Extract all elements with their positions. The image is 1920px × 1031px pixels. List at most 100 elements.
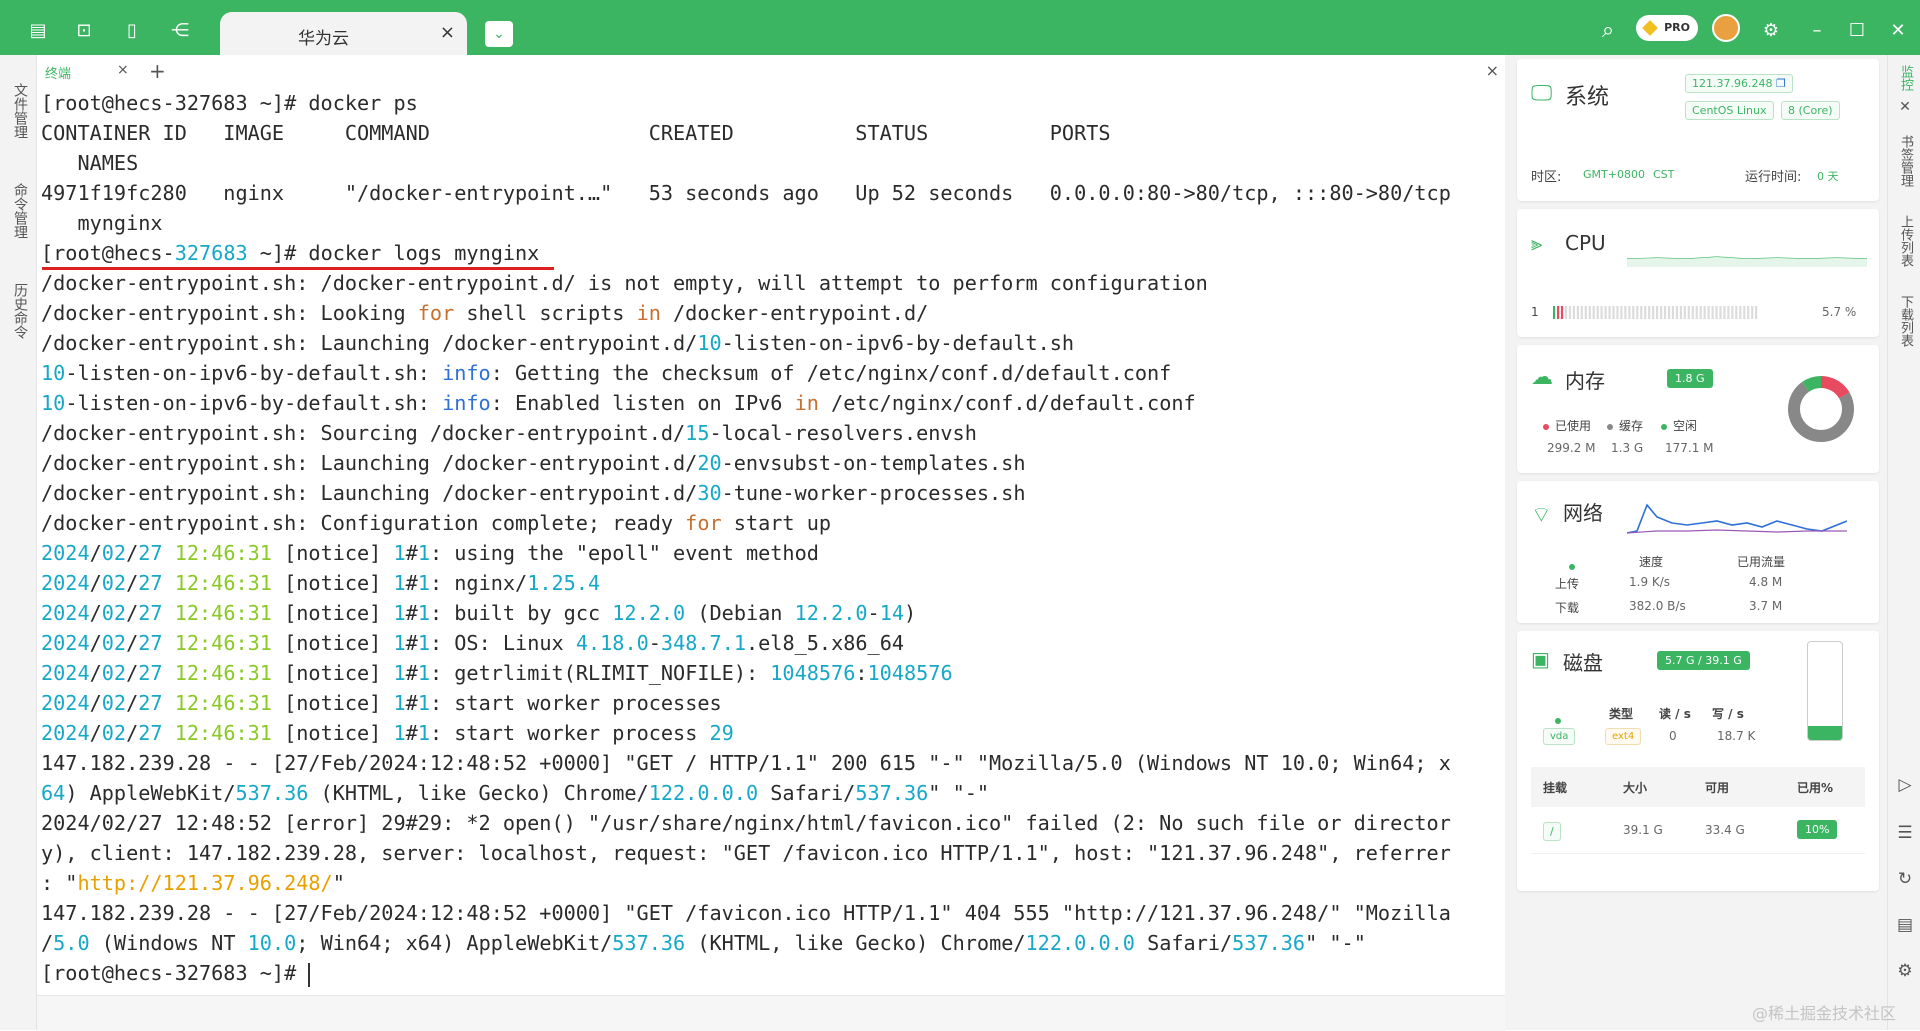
close-icon[interactable]: ×: [440, 22, 455, 43]
title-bar: ▤ ⊡ ▯ ⋲ 华为云 × ⌄ ⌕ PRO ⚙ – ☐ ✕: [0, 0, 1920, 55]
file-manager-icon[interactable]: ▤: [27, 20, 49, 42]
sidebar-item-file-manager[interactable]: 文件管理: [6, 83, 30, 139]
sidebar-item-download-list[interactable]: 下载列表: [1895, 295, 1915, 347]
close-icon[interactable]: ×: [117, 62, 129, 78]
disk-read-value: 0: [1669, 729, 1677, 743]
upload-label: 上传: [1555, 577, 1580, 591]
terminal-line: 2024/02/27 12:46:31 [notice] 1#1: built …: [41, 601, 917, 625]
cpu-bar-segment: [1703, 306, 1706, 319]
cpu-bar-segment: [1564, 306, 1568, 319]
terminal-line: 2024/02/27 12:46:31 [notice] 1#1: nginx/…: [41, 571, 601, 595]
cpu-bar-segment: [1584, 306, 1587, 319]
avatar[interactable]: [1712, 14, 1740, 42]
terminal-line: /docker-entrypoint.sh: Launching /docker…: [41, 451, 1026, 475]
terminal-line: 2024/02/27 12:48:52 [error] 29#29: *2 op…: [41, 811, 1451, 835]
disk-card: ▣ 磁盘 5.7 G / 39.1 G 类型 读 / s 写 / s vda e…: [1517, 631, 1879, 891]
refresh-icon[interactable]: ↻: [1895, 869, 1915, 889]
disk-usage-badge: 5.7 G / 39.1 G: [1657, 651, 1750, 670]
terminal-line: 2024/02/27 12:46:31 [notice] 1#1: start …: [41, 721, 734, 745]
network-card: ⌔ 网络 速度 已用流量 上传 1.9 K/s 4.8 M 下载 382.0 B…: [1517, 481, 1879, 623]
pro-badge[interactable]: PRO: [1636, 15, 1698, 41]
mount-header: 挂载: [1543, 781, 1568, 795]
diamond-icon: [1642, 20, 1658, 36]
cpu-bar-segment: [1667, 306, 1671, 319]
search-icon[interactable]: ⌕: [1597, 20, 1619, 42]
memory-total-badge: 1.8 G: [1667, 369, 1713, 388]
tab-huaweicloud[interactable]: 华为云 ×: [220, 12, 467, 55]
close-icon[interactable]: ×: [1486, 61, 1499, 80]
gear-icon[interactable]: ⚙: [1895, 961, 1915, 981]
terminal-line: [root@hecs-327683 ~]# docker ps: [41, 91, 418, 115]
terminal-output[interactable]: [root@hecs-327683 ~]# docker ps CONTAINE…: [41, 88, 1505, 998]
download-speed: 382.0 B/s: [1629, 599, 1686, 613]
copy-icon[interactable]: ❐: [1776, 77, 1786, 90]
ip-tag[interactable]: 121.37.96.248 ❐: [1685, 74, 1793, 93]
save-icon[interactable]: ▤: [1895, 915, 1915, 935]
cpu-bar-segment: [1648, 306, 1651, 319]
terminal-icon[interactable]: ⊡: [73, 20, 95, 42]
cpu-bar-segment: [1747, 306, 1750, 319]
upload-total: 4.8 M: [1749, 575, 1783, 589]
maximize-icon[interactable]: ☐: [1846, 20, 1868, 42]
cpu-bar-segment: [1612, 306, 1615, 319]
memory-cache-value: 1.3 G: [1611, 441, 1644, 455]
terminal-line: 10-listen-on-ipv6-by-default.sh: info: G…: [41, 361, 1172, 385]
cpu-bar-segment: [1652, 306, 1655, 319]
upload-speed: 1.9 K/s: [1629, 575, 1671, 589]
sidebar-item-upload-list[interactable]: 上传列表: [1895, 215, 1915, 267]
left-sidebar: 文件管理 命令管理 历史命令: [0, 55, 37, 1030]
cpu-bar-segment: [1640, 306, 1643, 319]
cpu-bar-segment: [1632, 306, 1635, 319]
traffic-header: 已用流量: [1737, 555, 1786, 569]
card-title: 网络: [1563, 501, 1603, 525]
terminal-line: /docker-entrypoint.sh: Looking for shell…: [41, 301, 929, 325]
card-title: 内存: [1565, 369, 1605, 393]
cpu-bar-segment: [1572, 306, 1575, 319]
used-pct-header: 已用%: [1797, 781, 1834, 795]
legend-cache: 缓存: [1607, 417, 1643, 434]
minimize-icon[interactable]: –: [1806, 20, 1828, 42]
gear-icon[interactable]: ⚙: [1760, 20, 1782, 42]
cpu-bar-segment: [1557, 306, 1560, 319]
table-row[interactable]: / 39.1 G 33.4 G 10%: [1531, 809, 1865, 854]
network-status-dot: [1569, 559, 1581, 573]
cpu-bar-segment: [1596, 306, 1599, 319]
cpu-bar-segment: [1723, 306, 1726, 319]
close-icon[interactable]: ✕: [1895, 99, 1915, 115]
terminal-line: /docker-entrypoint.sh: Configuration com…: [41, 511, 832, 535]
cpu-usage-bar: [1553, 306, 1758, 319]
tab-title: 华为云: [298, 29, 349, 49]
timezone-label: 时区:: [1531, 170, 1562, 185]
device-tag: vda: [1543, 728, 1576, 745]
cpu-bar-segment: [1656, 306, 1659, 319]
cpu-bar-segment: [1588, 306, 1591, 319]
sidebar-item-bookmarks[interactable]: 书签管理: [1895, 135, 1915, 187]
sidebar-item-monitor[interactable]: 监控: [1895, 65, 1915, 91]
tree-icon[interactable]: ⋲: [169, 20, 191, 42]
terminal-tabbar: 终端 × + ×: [37, 55, 1505, 87]
tab-terminal[interactable]: 终端: [45, 63, 71, 82]
add-tab-icon[interactable]: +: [149, 59, 166, 83]
disk-avail-value: 33.4 G: [1705, 823, 1745, 837]
cpu-bar-segment: [1711, 306, 1714, 319]
cpu-bar-segment: [1560, 306, 1564, 319]
terminal-icon[interactable]: ▷: [1895, 775, 1915, 795]
card-title: 系统: [1565, 85, 1610, 110]
notes-icon[interactable]: ▯: [121, 20, 143, 42]
terminal-line: CONTAINER ID IMAGE COMMAND CREATED STATU…: [41, 121, 1111, 145]
sidebar-item-command-manager[interactable]: 命令管理: [6, 183, 30, 239]
sidebar-item-history[interactable]: 历史命令: [6, 283, 30, 339]
disk-status-dot: [1555, 713, 1567, 727]
cpu-bar-segment: [1675, 306, 1678, 319]
cpu-bar-segment: [1719, 306, 1722, 319]
window-close-icon[interactable]: ✕: [1887, 20, 1909, 42]
disk-usage-bar: [1807, 641, 1843, 741]
uptime-label: 运行时间:: [1745, 170, 1802, 185]
terminal-line: /docker-entrypoint.sh: Launching /docker…: [41, 331, 1075, 355]
chevron-down-icon[interactable]: ⌄: [485, 21, 513, 47]
cpu-bar-segment: [1755, 306, 1758, 319]
cpu-bar-segment: [1695, 306, 1698, 319]
list-icon[interactable]: ☰: [1895, 823, 1915, 843]
cpu-bar-segment: [1731, 306, 1734, 319]
terminal-line: [root@hecs-327683 ~]#: [41, 961, 311, 987]
